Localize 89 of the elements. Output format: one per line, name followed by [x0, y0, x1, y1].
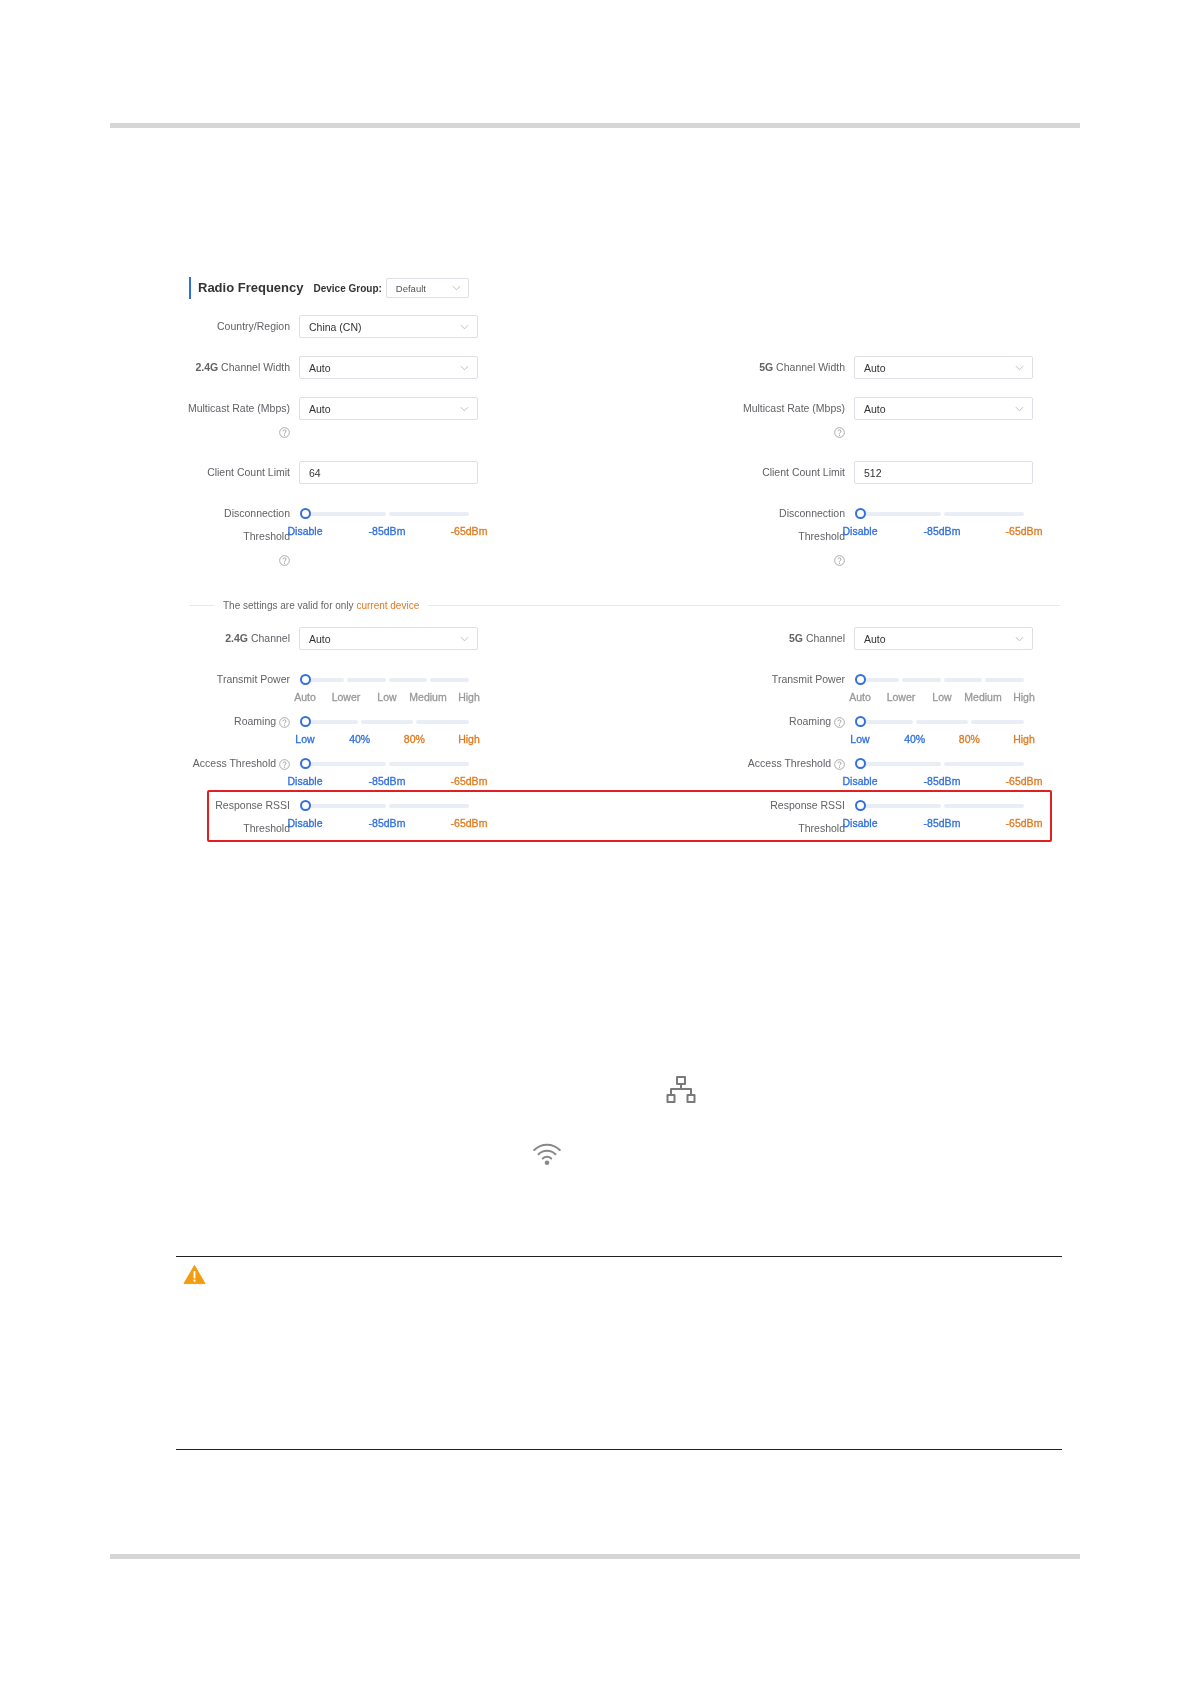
caret-icon: [1015, 405, 1024, 412]
tick-label: High: [1013, 691, 1035, 703]
field-label: Roaming: [234, 714, 277, 729]
tick-label: 80%: [958, 733, 980, 745]
slider-thumb[interactable]: [299, 758, 311, 769]
tick-label: -65dBm: [1005, 817, 1043, 829]
tick-label: -85dBm: [923, 817, 961, 829]
tick-label: -85dBm: [368, 525, 406, 537]
tick-label: Auto: [294, 691, 316, 703]
section-title: Radio Frequency: [189, 277, 304, 299]
field-label: 5G Channel: [788, 631, 845, 646]
slider-thumb[interactable]: [854, 716, 866, 727]
tick-label: Low: [295, 733, 315, 745]
warning-icon: [183, 1264, 206, 1285]
tick-label: High: [458, 691, 480, 703]
wifi-icon: [533, 1143, 561, 1166]
field-label: Client Count Limit: [207, 465, 290, 480]
tick-label: High: [458, 733, 480, 745]
field-label: Access Threshold: [192, 756, 277, 771]
tick-label: 40%: [349, 733, 371, 745]
help-icon[interactable]: [279, 716, 290, 728]
help-icon[interactable]: [834, 716, 845, 728]
tick-label: -85dBm: [923, 525, 961, 537]
dropdown[interactable]: Auto: [854, 627, 1033, 650]
tick-label: Disable: [287, 775, 323, 787]
field-label: Multicast Rate (Mbps): [187, 401, 290, 416]
input-field[interactable]: 64: [299, 461, 478, 484]
slider-thumb[interactable]: [299, 508, 311, 519]
field-label: Client Count Limit: [762, 465, 845, 480]
help-icon[interactable]: [834, 426, 845, 438]
dropdown[interactable]: China (CN): [299, 315, 478, 338]
tick-label: Low: [932, 691, 952, 703]
slider-thumb[interactable]: [854, 508, 866, 519]
dropdown[interactable]: Default: [385, 278, 469, 298]
slider-thumb[interactable]: [299, 674, 311, 685]
tick-label: Auto: [849, 691, 871, 703]
tick-label: -85dBm: [368, 817, 406, 829]
tick-label: High: [1013, 733, 1035, 745]
caret-icon: [460, 364, 469, 371]
device-group-label: Device Group:: [313, 282, 382, 294]
dropdown[interactable]: Auto: [854, 397, 1033, 420]
dropdown[interactable]: Auto: [299, 627, 478, 650]
tick-label: -65dBm: [450, 775, 488, 787]
slider-thumb[interactable]: [854, 674, 866, 685]
tick-label: Medium: [409, 691, 447, 703]
help-icon[interactable]: [279, 426, 290, 438]
tick-label: -65dBm: [450, 817, 488, 829]
caret-icon: [1015, 635, 1024, 642]
tick-label: Low: [850, 733, 870, 745]
tick-label: -85dBm: [923, 775, 961, 787]
field-label: 2.4G Channel: [225, 631, 290, 646]
field-label: Transmit Power: [771, 672, 845, 687]
caret-icon: [460, 405, 469, 412]
caret-icon: [460, 635, 469, 642]
tick-label: 80%: [403, 733, 425, 745]
slider-thumb[interactable]: [299, 716, 311, 727]
help-icon[interactable]: [834, 554, 845, 566]
input-field[interactable]: 512: [854, 461, 1033, 484]
tick-label: -65dBm: [1005, 525, 1043, 537]
settings-note: The settings are valid for only current device: [223, 599, 420, 611]
tick-label: -65dBm: [450, 525, 488, 537]
caret-icon: [1015, 364, 1024, 371]
slider-thumb[interactable]: [299, 800, 311, 811]
tick-label: -85dBm: [368, 775, 406, 787]
field-label: Access Threshold: [747, 756, 832, 771]
field-label: Country/Region: [217, 319, 290, 334]
field-label: 2.4G Channel Width: [195, 360, 290, 375]
network-icon: [666, 1075, 696, 1105]
help-icon[interactable]: [279, 554, 290, 566]
help-icon[interactable]: [834, 758, 845, 770]
tick-label: Disable: [842, 775, 878, 787]
dropdown[interactable]: Auto: [299, 356, 478, 379]
dropdown[interactable]: Auto: [854, 356, 1033, 379]
field-label: Transmit Power: [216, 672, 290, 687]
tick-label: Lower: [331, 691, 361, 703]
tick-label: 40%: [904, 733, 926, 745]
tick-label: Low: [377, 691, 397, 703]
caret-icon: [451, 285, 461, 291]
caret-icon: [460, 323, 469, 330]
tick-label: Lower: [886, 691, 916, 703]
tick-label: Medium: [964, 691, 1002, 703]
slider-thumb[interactable]: [854, 800, 866, 811]
help-icon[interactable]: [279, 758, 290, 770]
field-label: 5G Channel Width: [759, 360, 845, 375]
field-label: Multicast Rate (Mbps): [742, 401, 845, 416]
slider-thumb[interactable]: [854, 758, 866, 769]
field-label: Roaming: [789, 714, 832, 729]
dropdown[interactable]: Auto: [299, 397, 478, 420]
tick-label: -65dBm: [1005, 775, 1043, 787]
